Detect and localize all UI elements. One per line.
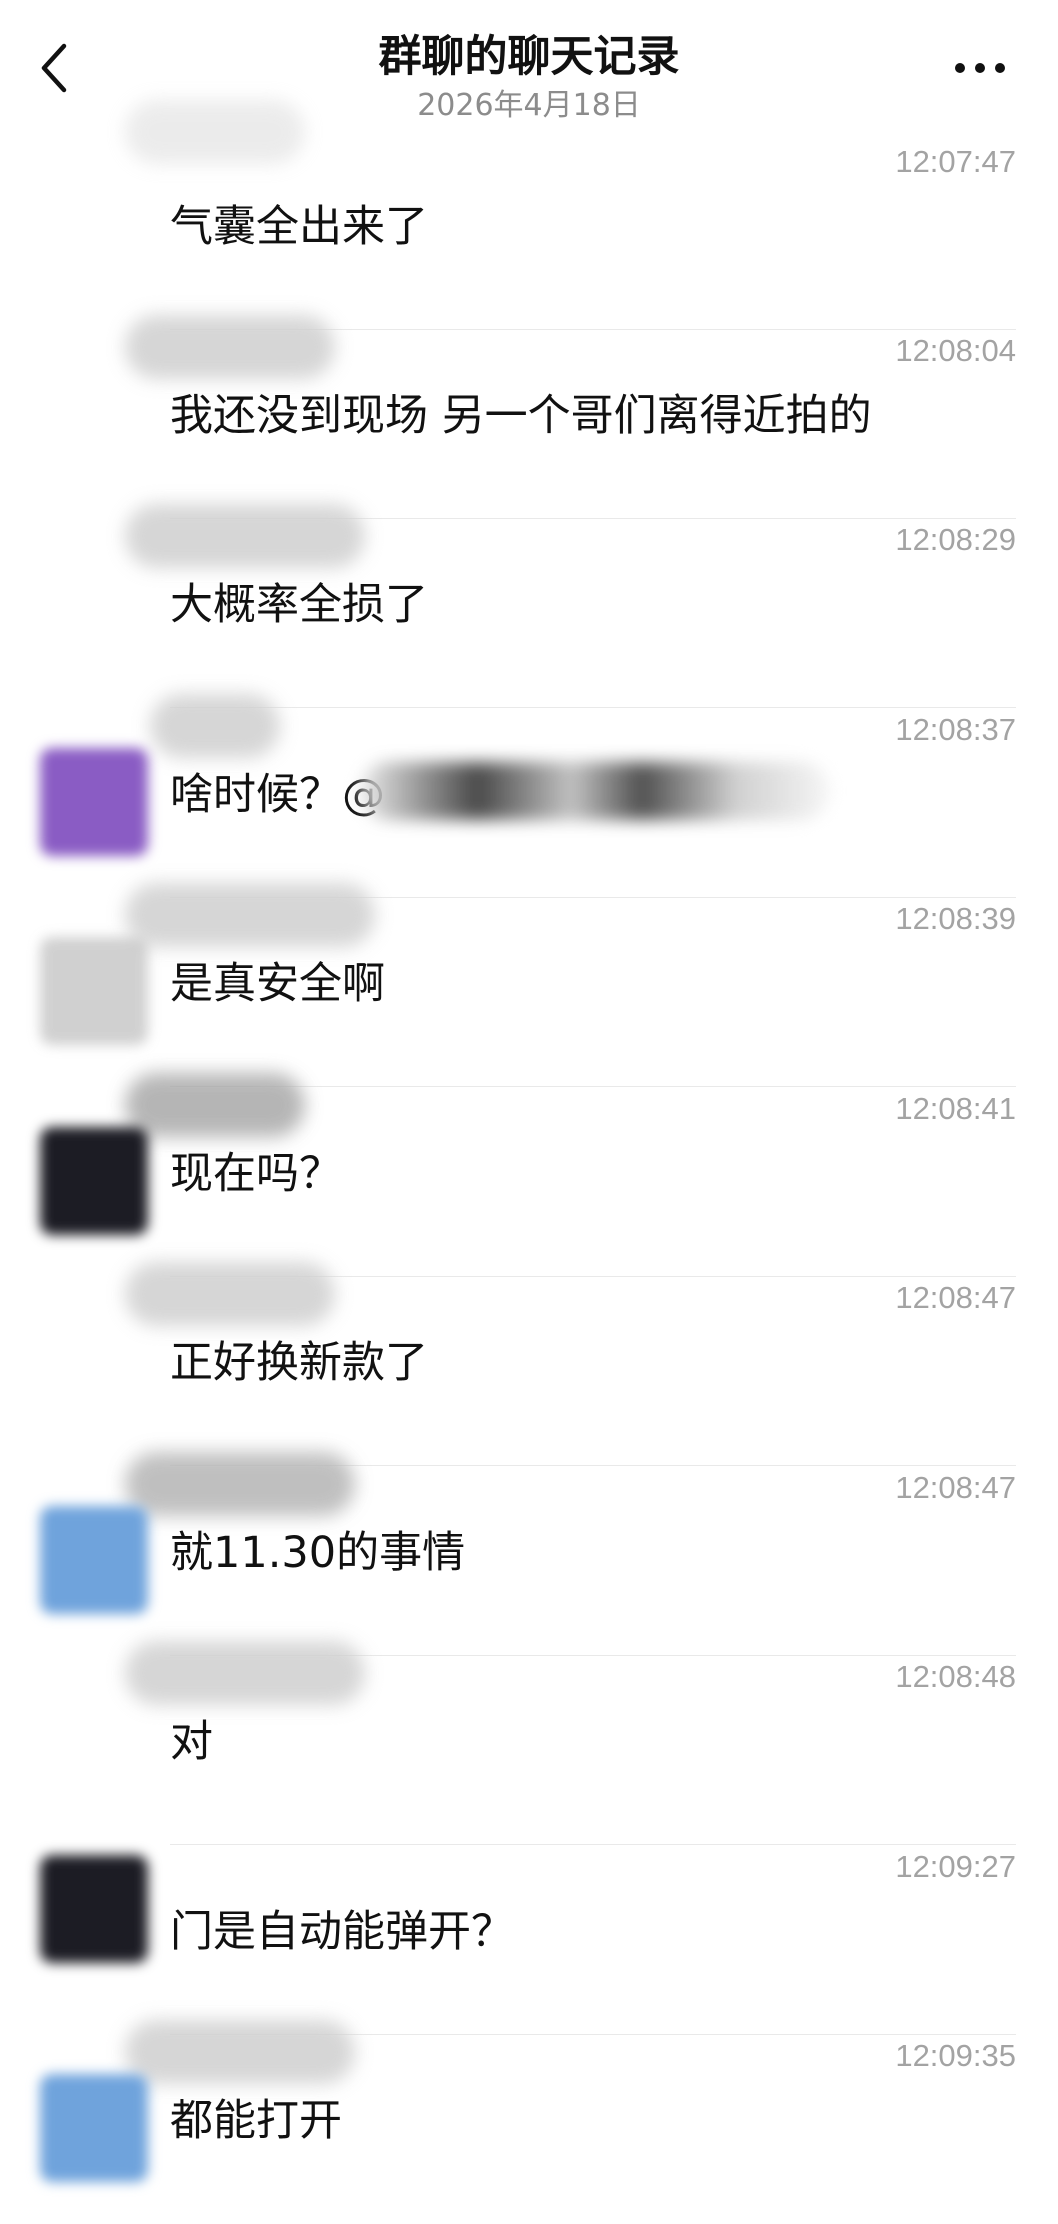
message-text: 都能打开: [170, 2096, 342, 2146]
message-text: 现在吗？: [170, 1149, 342, 1199]
message-text: 对: [170, 1717, 213, 1767]
sender-avatar[interactable]: [40, 748, 148, 856]
message-row: 12:09:27 门是自动能弹开？: [0, 1845, 1058, 2035]
message-time: 12:09:35: [895, 2038, 1016, 2073]
sender-name-redacted: [150, 694, 280, 758]
message-row: 12:08:47 正好换新款了: [0, 1262, 1058, 1466]
message-time: 12:08:37: [895, 712, 1016, 747]
message-row: 12:08:47 就11.30的事情: [0, 1452, 1058, 1656]
message-row: 12:08:04 我还没到现场 另一个哥们离得近拍的: [0, 315, 1058, 519]
page-title: 群聊的聊天记录: [378, 32, 680, 82]
sender-name-redacted: [125, 1641, 365, 1705]
message-row: 12:08:48 对: [0, 1641, 1058, 1845]
message-row: 12:08:37 啥时候？@: [0, 694, 1058, 898]
more-button[interactable]: [950, 48, 1010, 88]
message-time: 12:08:04: [895, 333, 1016, 368]
sender-avatar[interactable]: [40, 937, 148, 1045]
more-horizontal-icon: [955, 63, 1005, 73]
mention-redacted: [360, 762, 830, 820]
message-row: 12:07:47 气囊全出来了: [0, 100, 1058, 330]
sender-name-redacted: [125, 504, 365, 568]
sender-avatar[interactable]: [40, 2074, 148, 2182]
sender-name-redacted: [125, 1073, 305, 1137]
message-text: 大概率全损了: [170, 580, 428, 630]
message-time: 12:08:29: [895, 522, 1016, 557]
message-text: 啥时候？@: [170, 770, 385, 820]
sender-name-redacted: [125, 100, 305, 164]
message-time: 12:07:47: [895, 144, 1016, 179]
message-time: 12:08:47: [895, 1470, 1016, 1505]
message-text: 是真安全啊: [170, 959, 385, 1009]
sender-avatar[interactable]: [40, 1855, 148, 1963]
message-time: 12:08:47: [895, 1280, 1016, 1315]
sender-name-redacted: [125, 1452, 355, 1516]
message-row: 12:08:39 是真安全啊: [0, 883, 1058, 1087]
sender-avatar[interactable]: [40, 1506, 148, 1614]
sender-name-redacted: [125, 883, 375, 947]
message-time: 12:08:48: [895, 1659, 1016, 1694]
message-row: 12:09:35 都能打开: [0, 2020, 1058, 2224]
message-text: 正好换新款了: [170, 1338, 428, 1388]
sender-name-redacted: [125, 315, 335, 379]
message-time: 12:09:27: [895, 1849, 1016, 1884]
message-text: 就11.30的事情: [170, 1528, 466, 1578]
message-text: 我还没到现场 另一个哥们离得近拍的: [170, 391, 872, 441]
message-time: 12:08:39: [895, 901, 1016, 936]
sender-name-redacted: [125, 1262, 335, 1326]
message-row: 12:08:41 现在吗？: [0, 1073, 1058, 1277]
message-row: 12:08:29 大概率全损了: [0, 504, 1058, 708]
message-time: 12:08:41: [895, 1091, 1016, 1126]
sender-name-redacted: [125, 2020, 355, 2084]
sender-avatar[interactable]: [40, 1127, 148, 1235]
message-text: 门是自动能弹开？: [170, 1907, 514, 1957]
message-text: 气囊全出来了: [170, 202, 428, 252]
